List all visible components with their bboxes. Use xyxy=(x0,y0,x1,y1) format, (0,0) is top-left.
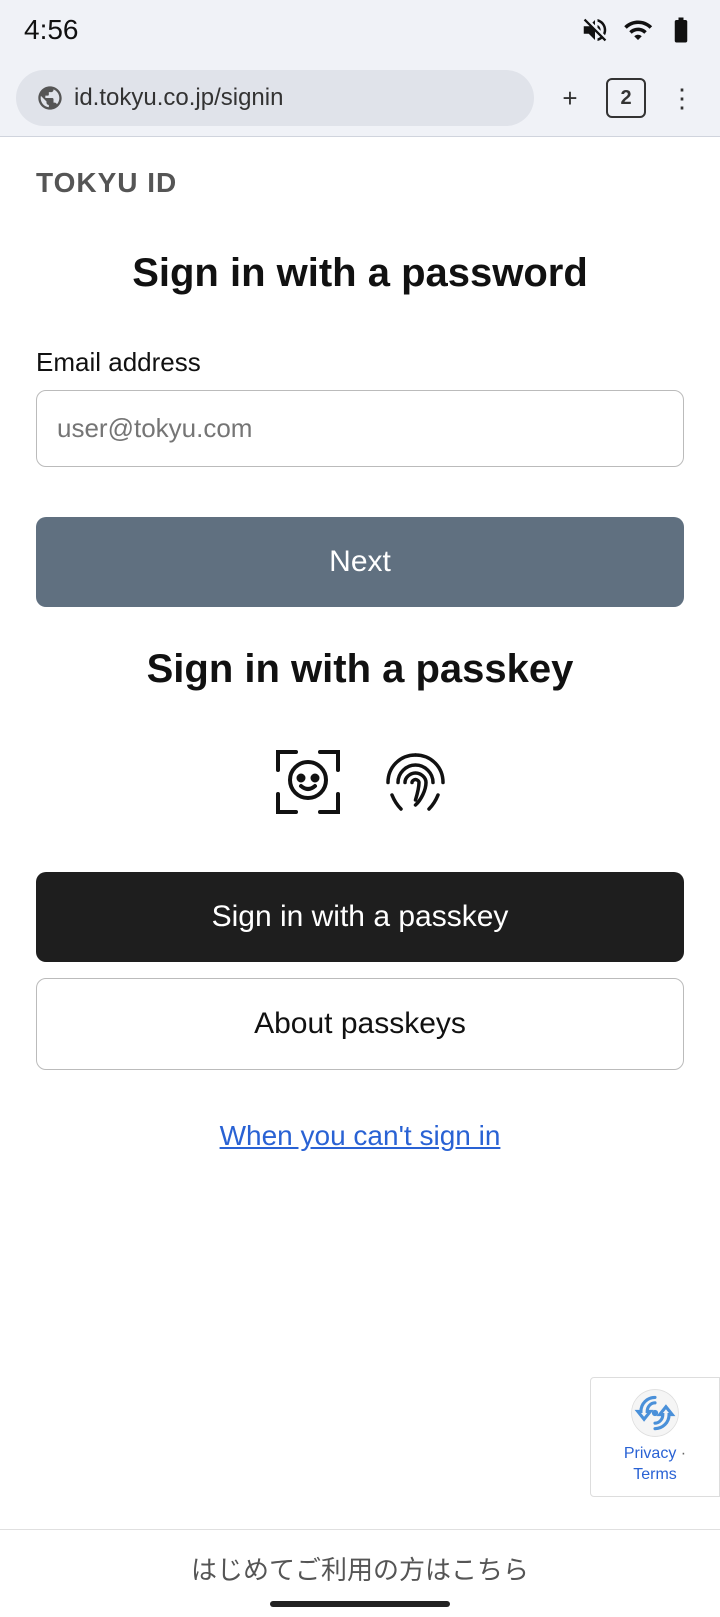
recaptcha-privacy-link[interactable]: Privacy xyxy=(624,1445,676,1462)
recaptcha-logo-icon xyxy=(630,1388,680,1438)
address-bar[interactable]: id.tokyu.co.jp/signin xyxy=(16,70,534,126)
menu-button[interactable]: ⋮ xyxy=(660,76,704,120)
password-section-title: Sign in with a password xyxy=(36,249,684,297)
recaptcha-text: Privacy · Terms xyxy=(605,1444,705,1486)
muted-icon xyxy=(580,15,610,45)
next-button[interactable]: Next xyxy=(36,517,684,607)
sign-in-passkey-button[interactable]: Sign in with a passkey xyxy=(36,872,684,962)
email-input[interactable] xyxy=(36,390,684,467)
brand-title: TOKYU ID xyxy=(36,167,684,199)
browser-chrome: id.tokyu.co.jp/signin + 2 ⋮ xyxy=(0,60,720,137)
recaptcha-badge: Privacy · Terms xyxy=(590,1377,720,1497)
fingerprint-icon xyxy=(378,745,453,820)
page-content: TOKYU ID Sign in with a password Email a… xyxy=(0,137,720,1617)
status-icons xyxy=(580,15,696,45)
about-passkeys-button[interactable]: About passkeys xyxy=(36,978,684,1070)
tab-count-button[interactable]: 2 xyxy=(606,78,646,118)
cant-sign-in-link[interactable]: When you can't sign in xyxy=(220,1120,501,1151)
battery-icon xyxy=(666,15,696,45)
email-form-group: Email address xyxy=(36,347,684,467)
passkey-section-title: Sign in with a passkey xyxy=(36,647,684,692)
new-user-link[interactable]: はじめてご利用の方はこちら xyxy=(191,1555,529,1585)
bottom-bar: はじめてご利用の方はこちら xyxy=(0,1529,720,1617)
address-bar-icon xyxy=(36,84,64,112)
passkey-icons xyxy=(36,742,684,822)
recaptcha-terms-link[interactable]: Terms xyxy=(633,1466,677,1483)
face-id-icon xyxy=(268,742,348,822)
cant-sign-in-section: When you can't sign in xyxy=(36,1120,684,1152)
status-time: 4:56 xyxy=(24,14,79,46)
wifi-icon xyxy=(622,15,654,45)
address-bar-url: id.tokyu.co.jp/signin xyxy=(74,84,283,112)
status-bar: 4:56 xyxy=(0,0,720,60)
new-tab-button[interactable]: + xyxy=(548,76,592,120)
home-indicator xyxy=(270,1601,450,1607)
email-label: Email address xyxy=(36,347,684,378)
